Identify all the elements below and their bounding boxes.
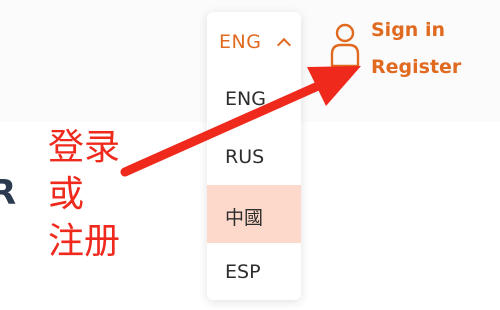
register-link[interactable]: Register xyxy=(371,56,461,78)
language-toggle[interactable]: ENG xyxy=(207,12,301,70)
language-option-label: RUS xyxy=(225,146,265,168)
language-option-label: ENG xyxy=(225,88,266,110)
language-option-chinese[interactable]: 中國 xyxy=(207,185,301,243)
language-option-esp[interactable]: ESP xyxy=(207,243,301,300)
language-option-eng[interactable]: ENG xyxy=(207,70,301,128)
annotation-text-line: 或 xyxy=(48,174,85,215)
language-option-label: ESP xyxy=(225,261,261,283)
language-dropdown: ENG ENG RUS 中國 ESP xyxy=(207,12,301,300)
chevron-up-icon xyxy=(276,37,292,53)
language-option-label: 中國 xyxy=(225,207,264,229)
annotation-text-line: 注册 xyxy=(48,221,121,262)
page-heading-fragment: R xyxy=(0,173,17,213)
annotation-text-line: 登录 xyxy=(48,127,121,168)
current-language: ENG xyxy=(219,31,262,53)
user-icon[interactable] xyxy=(330,22,360,68)
language-option-rus[interactable]: RUS xyxy=(207,128,301,186)
sign-in-link[interactable]: Sign in xyxy=(371,19,445,41)
